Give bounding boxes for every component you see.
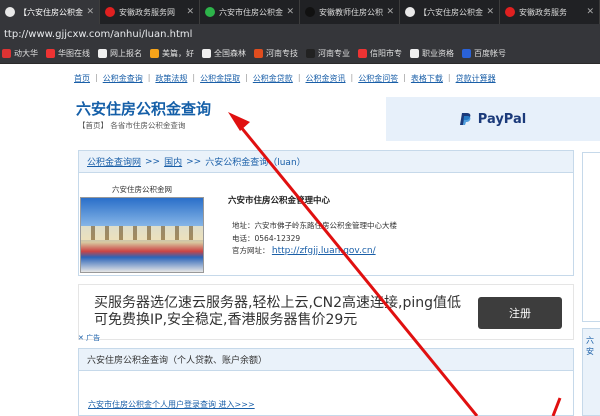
annotation-arrow-to-title — [234, 120, 479, 416]
annotation-arrows — [228, 112, 562, 416]
arrow-head-title — [228, 112, 250, 131]
annotation-arrow-right — [551, 397, 562, 416]
